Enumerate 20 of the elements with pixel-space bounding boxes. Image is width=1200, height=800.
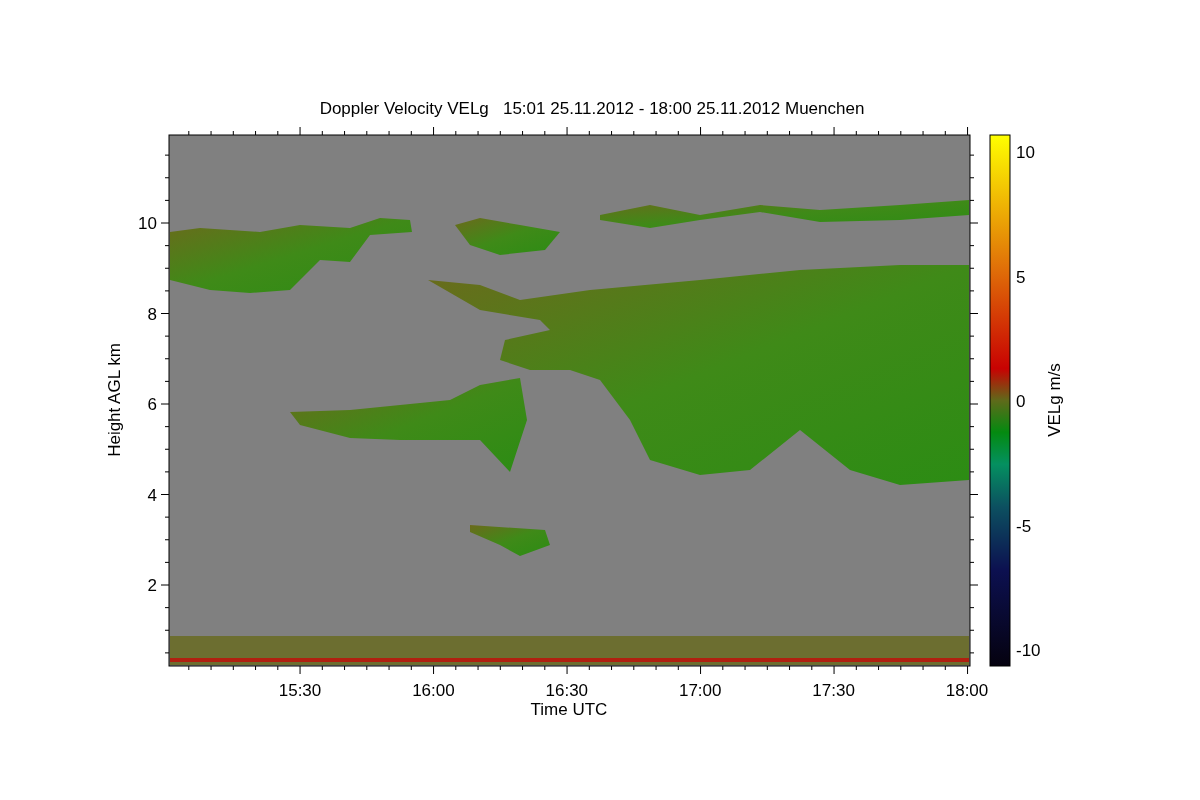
axis-title: Time UTC — [530, 700, 608, 719]
axis-tick-label: 18:00 — [945, 681, 989, 700]
axis-tick-label: 6 — [147, 395, 157, 414]
colorbar-tick-label: 10 — [1016, 143, 1035, 162]
axis-tick-label: 17:00 — [678, 681, 722, 700]
axis-title: Height AGL km — [105, 343, 124, 457]
chart-title: Doppler Velocity VELg 15:01 25.11.2012 - 18:00 25.11.2012 Muenchen — [319, 99, 865, 118]
axis-tick-label: 15:30 — [278, 681, 322, 700]
colorbar-tick-label: -10 — [1016, 641, 1041, 660]
axis-tick-label: 4 — [147, 485, 157, 505]
axis-tick-label: 16:00 — [412, 681, 455, 700]
axis-tick-label: 16:30 — [545, 681, 589, 700]
axis-tick-label: 10 — [138, 214, 157, 233]
colorbar-tick-label: 5 — [1016, 267, 1026, 287]
axis-tick-label: 2 — [147, 576, 157, 595]
axis-tick-label: 17:30 — [812, 681, 855, 700]
colorbar-tick-label: -5 — [1016, 516, 1032, 536]
axis-tick-label: 8 — [147, 304, 157, 324]
colorbar-tick-label: 0 — [1016, 392, 1026, 411]
colorbar-title: VELg m/s — [1045, 363, 1064, 437]
